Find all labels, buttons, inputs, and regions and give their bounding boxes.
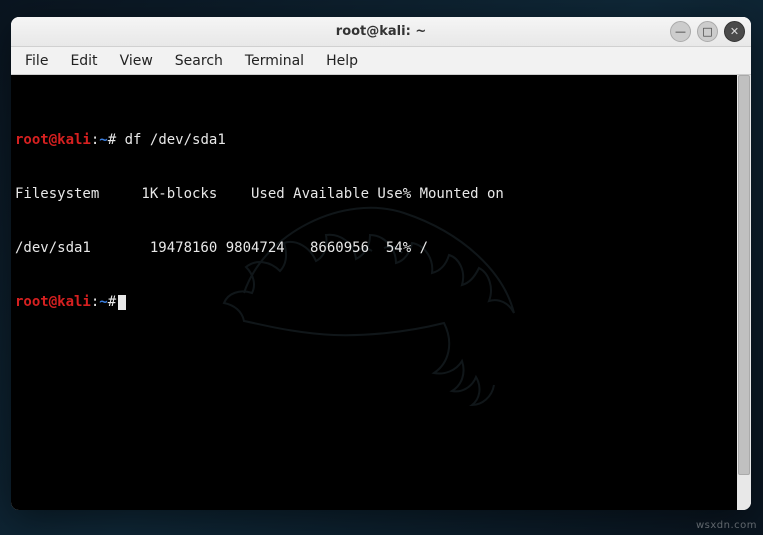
window-title: root@kali: ~ — [336, 24, 426, 39]
output-row: /dev/sda1 19478160 9804724 8660956 54% / — [15, 239, 733, 257]
window-controls: — □ ✕ — [670, 21, 745, 42]
watermark: wsxdn.com — [696, 520, 757, 531]
terminal-window: root@kali: ~ — □ ✕ File Edit View Search… — [11, 17, 751, 510]
maximize-button[interactable]: □ — [697, 21, 718, 42]
menubar: File Edit View Search Terminal Help — [11, 47, 751, 75]
menu-terminal[interactable]: Terminal — [235, 49, 314, 73]
term-line-prompt2: root@kali:~# — [15, 293, 733, 311]
menu-search[interactable]: Search — [165, 49, 233, 73]
menu-view[interactable]: View — [110, 49, 163, 73]
minimize-button[interactable]: — — [670, 21, 691, 42]
scrollbar[interactable] — [737, 75, 751, 510]
menu-edit[interactable]: Edit — [60, 49, 107, 73]
terminal-wrap: root@kali:~# df /dev/sda1 Filesystem 1K-… — [11, 75, 751, 510]
prompt-symbol: # — [108, 132, 116, 148]
prompt-user: root@kali — [15, 132, 91, 148]
prompt-user2: root@kali — [15, 294, 91, 310]
term-line-1: root@kali:~# df /dev/sda1 — [15, 131, 733, 149]
prompt-path2: ~ — [99, 294, 107, 310]
menu-file[interactable]: File — [15, 49, 58, 73]
menu-help[interactable]: Help — [316, 49, 368, 73]
command-text: df /dev/sda1 — [125, 132, 226, 148]
close-button[interactable]: ✕ — [724, 21, 745, 42]
prompt-path: ~ — [99, 132, 107, 148]
titlebar[interactable]: root@kali: ~ — □ ✕ — [11, 17, 751, 47]
output-header: Filesystem 1K-blocks Used Available Use%… — [15, 185, 733, 203]
prompt-symbol2: # — [108, 294, 116, 310]
cursor — [118, 295, 126, 310]
terminal-body[interactable]: root@kali:~# df /dev/sda1 Filesystem 1K-… — [11, 75, 737, 510]
scroll-thumb[interactable] — [738, 75, 750, 475]
